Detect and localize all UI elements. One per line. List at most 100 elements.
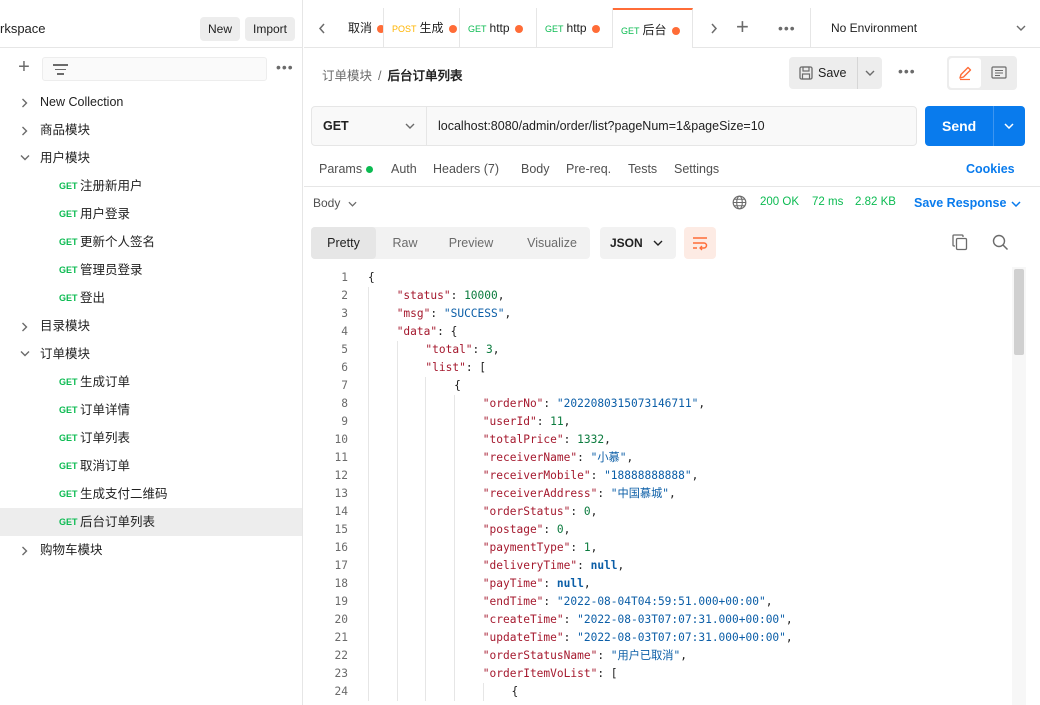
save-response-button[interactable]: Save Response bbox=[914, 196, 1021, 210]
tabs-scroll-right-icon[interactable] bbox=[696, 8, 732, 48]
method-select[interactable]: GET bbox=[312, 107, 427, 145]
request-item[interactable]: GET 生成订单 bbox=[0, 368, 302, 396]
new-button[interactable]: New bbox=[200, 17, 241, 41]
tabs-more-icon[interactable]: ••• bbox=[778, 20, 796, 36]
code-token: "list" bbox=[425, 361, 466, 374]
request-item[interactable]: GET 登出 bbox=[0, 284, 302, 312]
code-line: 16 "paymentType": 1, bbox=[304, 539, 1012, 557]
tab-preview[interactable]: Preview bbox=[436, 227, 506, 259]
code-text: "endTime": "2022-08-04T04:59:51.000+00:0… bbox=[483, 593, 773, 611]
line-number: 17 bbox=[334, 559, 348, 572]
breadcrumb-current[interactable]: 后台订单列表 bbox=[388, 69, 463, 83]
request-tab[interactable]: GET http bbox=[537, 8, 613, 48]
code-token: "paymentType" bbox=[482, 541, 571, 554]
code-token: "total" bbox=[425, 343, 473, 356]
code-token: : bbox=[577, 559, 591, 572]
indent-guide bbox=[425, 449, 427, 467]
request-label: 登出 bbox=[80, 291, 106, 305]
tab-settings[interactable]: Settings bbox=[674, 162, 719, 176]
search-icon[interactable] bbox=[992, 234, 1009, 251]
editor-scrollbar[interactable] bbox=[1012, 267, 1026, 705]
code-token: : bbox=[543, 397, 557, 410]
request-item[interactable]: GET 管理员登录 bbox=[0, 256, 302, 284]
editor-scroll-thumb[interactable] bbox=[1014, 269, 1024, 355]
tab-pretty[interactable]: Pretty bbox=[311, 227, 376, 259]
filter-input[interactable] bbox=[42, 57, 267, 81]
code-token: , bbox=[563, 415, 571, 428]
indent-guide bbox=[368, 341, 369, 359]
tab-method: GET bbox=[545, 24, 564, 34]
request-item[interactable]: GET 用户登录 bbox=[0, 200, 302, 228]
copy-icon[interactable] bbox=[952, 234, 968, 251]
more-options-icon[interactable]: ••• bbox=[276, 59, 294, 75]
request-tab[interactable]: GET 后台 bbox=[613, 8, 693, 48]
request-tab[interactable]: 取消 bbox=[340, 8, 384, 48]
url-input[interactable]: localhost:8080/admin/order/list?pageNum=… bbox=[438, 119, 765, 133]
indent-guide bbox=[396, 575, 398, 593]
code-text: "receiverMobile": "18888888888", bbox=[483, 467, 699, 485]
method-badge: GET bbox=[59, 377, 78, 387]
collection-item[interactable]: 购物车模块 bbox=[0, 536, 302, 564]
tab-raw[interactable]: Raw bbox=[379, 227, 431, 259]
tab-pre-request[interactable]: Pre-req. bbox=[566, 162, 611, 176]
tab-visualize[interactable]: Visualize bbox=[514, 227, 590, 259]
code-token: "2022-08-03T07:07:31.000+00:00" bbox=[577, 613, 786, 626]
request-item[interactable]: GET 订单详情 bbox=[0, 396, 302, 424]
chevron-down-icon[interactable] bbox=[1004, 123, 1014, 129]
breadcrumb-parent[interactable]: 订单模块 bbox=[322, 69, 372, 83]
response-time[interactable]: 72 ms bbox=[812, 196, 843, 208]
indent-guide bbox=[454, 593, 456, 611]
wrap-lines-button[interactable] bbox=[684, 227, 716, 259]
new-tab-icon[interactable]: + bbox=[736, 16, 749, 38]
indent-guide bbox=[425, 629, 427, 647]
send-button[interactable]: Send bbox=[925, 106, 1025, 146]
request-item[interactable]: GET 更新个人签名 bbox=[0, 228, 302, 256]
edit-mode-button[interactable] bbox=[949, 58, 981, 88]
params-indicator-dot bbox=[366, 166, 374, 174]
request-tab[interactable]: POST 生成 bbox=[384, 8, 460, 48]
environment-select[interactable]: No Environment bbox=[810, 8, 1040, 48]
response-body-select[interactable]: Body bbox=[313, 196, 357, 210]
workspace-title[interactable]: rkspace bbox=[0, 21, 46, 36]
tab-params[interactable]: Params bbox=[319, 162, 374, 176]
indent-guide bbox=[368, 557, 369, 575]
response-size[interactable]: 2.82 KB bbox=[855, 196, 896, 208]
request-item[interactable]: GET 注册新用户 bbox=[0, 172, 302, 200]
format-select[interactable]: JSON bbox=[600, 227, 676, 259]
response-body-editor[interactable]: 1{2 "status": 10000, 3 "msg": "SUCCESS", 4 "d… bbox=[304, 269, 1012, 705]
indent-guide bbox=[454, 683, 456, 701]
collection-item[interactable]: 订单模块 bbox=[0, 340, 302, 368]
globe-icon[interactable] bbox=[732, 195, 747, 210]
tabs-scroll-left-icon[interactable] bbox=[304, 8, 340, 48]
filter-icon bbox=[53, 64, 68, 78]
request-more-icon[interactable]: ••• bbox=[898, 63, 916, 79]
cookies-link[interactable]: Cookies bbox=[966, 162, 1015, 176]
import-button[interactable]: Import bbox=[245, 17, 296, 41]
request-label: 用户登录 bbox=[80, 207, 131, 221]
indent-guide bbox=[368, 449, 369, 467]
save-options-button[interactable] bbox=[858, 57, 882, 89]
code-token: "msg" bbox=[396, 307, 431, 320]
tab-label: 生成 bbox=[419, 21, 444, 35]
tab-headers[interactable]: Headers (7) bbox=[433, 162, 499, 176]
collection-item[interactable]: 用户模块 bbox=[0, 144, 302, 172]
tab-body[interactable]: Body bbox=[521, 162, 550, 176]
collection-item[interactable]: New Collection bbox=[0, 88, 302, 116]
tab-tests[interactable]: Tests bbox=[628, 162, 657, 176]
status-code[interactable]: 200 OK bbox=[760, 196, 799, 208]
request-tab[interactable]: GET http bbox=[460, 8, 537, 48]
line-number: 15 bbox=[334, 523, 348, 536]
tab-auth[interactable]: Auth bbox=[391, 162, 417, 176]
code-text: "orderItemVoList": [ bbox=[483, 665, 618, 683]
code-token: 0 bbox=[583, 505, 591, 518]
collection-item[interactable]: 商品模块 bbox=[0, 116, 302, 144]
request-item[interactable]: GET 后台订单列表 bbox=[0, 508, 302, 536]
plus-icon[interactable]: + bbox=[14, 57, 34, 78]
collection-item[interactable]: 目录模块 bbox=[0, 312, 302, 340]
code-token: "orderStatus" bbox=[482, 505, 571, 518]
request-item[interactable]: GET 订单列表 bbox=[0, 424, 302, 452]
save-button[interactable]: Save bbox=[789, 57, 858, 89]
request-item[interactable]: GET 取消订单 bbox=[0, 452, 302, 480]
request-item[interactable]: GET 生成支付二维码 bbox=[0, 480, 302, 508]
indent-guide bbox=[454, 611, 456, 629]
